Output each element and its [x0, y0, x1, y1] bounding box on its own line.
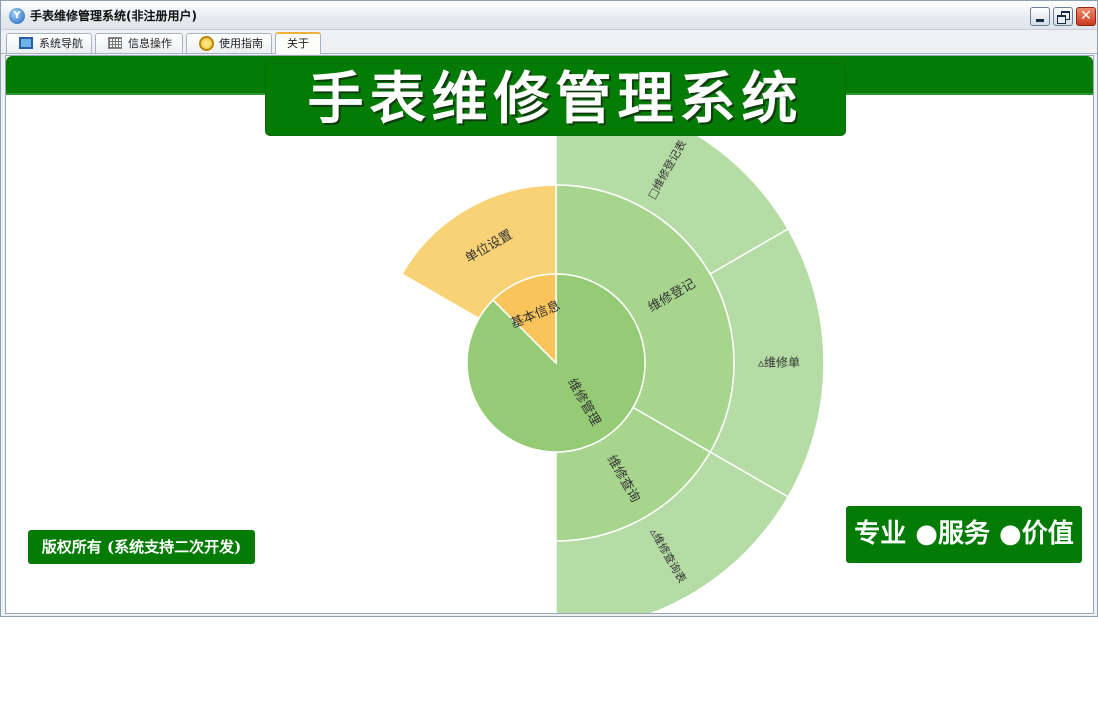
slogan-badge: 专业 ●服务 ●价值 [846, 506, 1082, 563]
about-panel: 维修管理 基本信息 单位设置 维修登记 维修查询 □维修登记表 ▵维修单 ▵维修查询表 手表维… [5, 55, 1094, 614]
tab-label: 信息操作 [128, 37, 172, 50]
tab-label: 系统导航 [39, 37, 83, 50]
app-window: Y 手表维修管理系统(非注册用户) ✕ 系统导航 信息操作 使用指南 关于 维修… [0, 0, 1098, 617]
tab-label: 关于 [287, 37, 309, 50]
app-logo-icon: Y [9, 8, 25, 24]
tab-strip: 系统导航 信息操作 使用指南 关于 [1, 30, 1097, 54]
tab-info-operation[interactable]: 信息操作 [95, 33, 183, 53]
system-title-banner: 手表维修管理系统 [266, 64, 845, 135]
title-bar[interactable]: Y 手表维修管理系统(非注册用户) ✕ [1, 1, 1097, 30]
copyright-badge: 版权所有 (系统支持二次开发) [28, 530, 255, 564]
minimize-button[interactable] [1030, 7, 1050, 26]
window-title: 手表维修管理系统(非注册用户) [30, 9, 197, 23]
sunburst-label-outer: ▵维修单 [758, 355, 800, 370]
tab-user-guide[interactable]: 使用指南 [186, 33, 272, 53]
close-button[interactable]: ✕ [1076, 7, 1096, 26]
tab-label: 使用指南 [219, 37, 263, 50]
grid-icon [108, 37, 122, 49]
monitor-icon [19, 37, 33, 49]
guide-icon [199, 36, 214, 51]
close-icon: ✕ [1080, 8, 1092, 24]
tab-about[interactable]: 关于 [275, 32, 321, 54]
system-title: 手表维修管理系统 [307, 66, 804, 132]
restore-button[interactable] [1053, 7, 1073, 26]
tab-system-navigation[interactable]: 系统导航 [6, 33, 92, 53]
